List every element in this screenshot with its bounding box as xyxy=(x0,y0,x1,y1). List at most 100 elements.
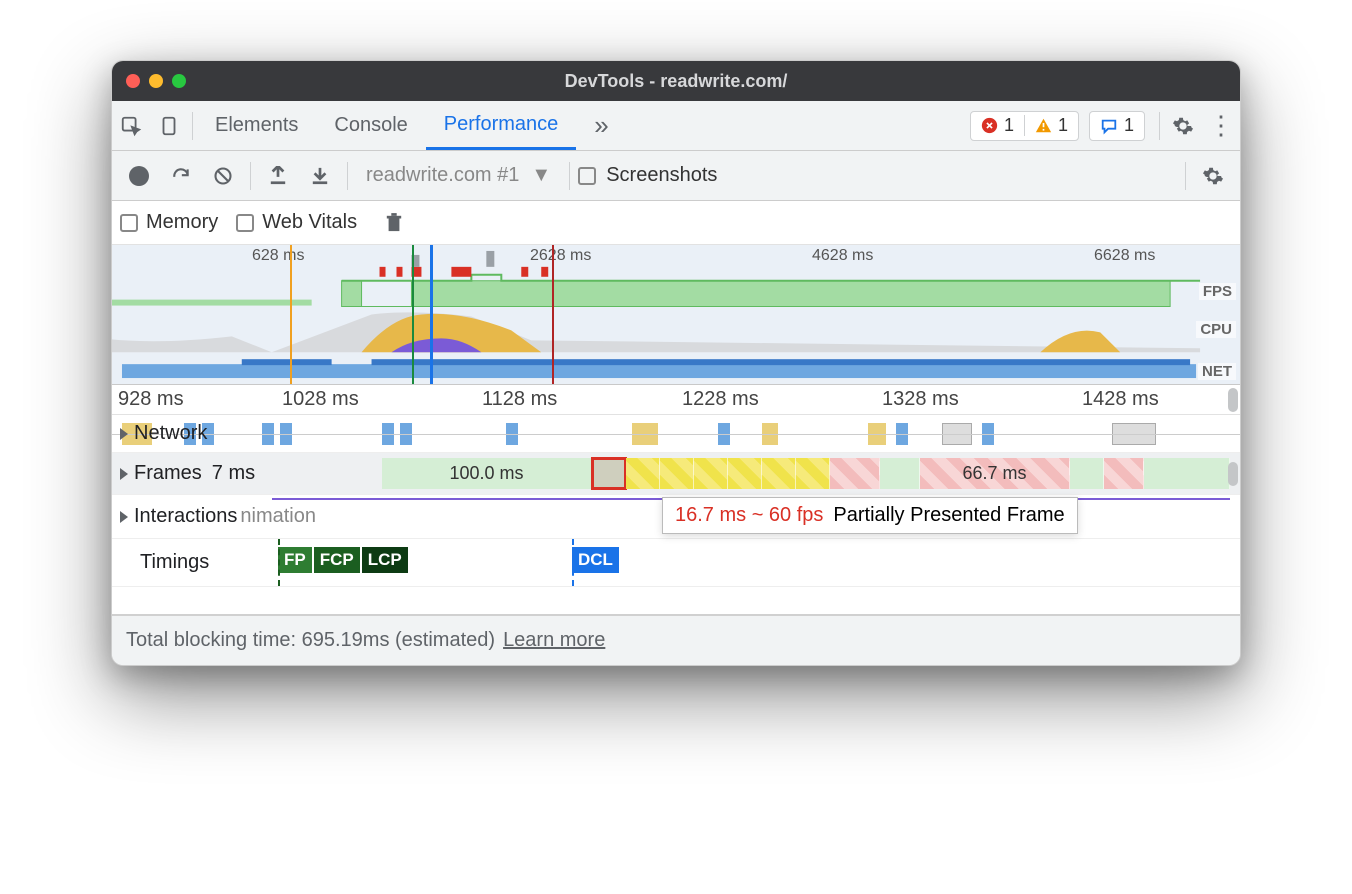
tab-console[interactable]: Console xyxy=(316,101,425,150)
memory-checkbox[interactable] xyxy=(120,214,138,232)
ruler-tick: 928 ms xyxy=(118,388,184,411)
interactions-track[interactable]: Interactions nimation 16.7 ms ~ 60 fps P… xyxy=(112,495,1240,539)
scrollbar-thumb[interactable] xyxy=(1228,388,1238,412)
session-selector[interactable]: readwrite.com #1 ▼ xyxy=(356,164,561,187)
frame-bar[interactable] xyxy=(1104,458,1144,489)
memory-label: Memory xyxy=(146,211,218,234)
performance-options: Memory Web Vitals xyxy=(112,201,1240,245)
overview-marker xyxy=(430,245,433,384)
network-track-label: Network xyxy=(134,422,207,445)
overview-cursor[interactable] xyxy=(290,245,292,384)
overview-panel[interactable]: 628 ms 2628 ms 4628 ms 6628 ms FPS CPU N… xyxy=(112,245,1240,385)
frame-bar[interactable] xyxy=(728,458,762,489)
tooltip-timing: 16.7 ms ~ 60 fps xyxy=(675,504,823,527)
summary-footer: Total blocking time: 695.19ms (estimated… xyxy=(112,615,1240,665)
minimize-window-button[interactable] xyxy=(149,74,163,88)
timing-fcp[interactable]: FCP xyxy=(314,547,360,573)
timing-fp[interactable]: FP xyxy=(278,547,312,573)
save-profile-icon[interactable] xyxy=(301,157,339,195)
disclosure-icon[interactable] xyxy=(120,428,128,440)
error-count[interactable]: 1 xyxy=(971,115,1024,136)
capture-settings-icon[interactable] xyxy=(1194,157,1232,195)
frame-bar[interactable] xyxy=(694,458,728,489)
tab-elements[interactable]: Elements xyxy=(197,101,316,150)
web-vitals-label: Web Vitals xyxy=(262,211,357,234)
timing-dcl-wrap: DCL xyxy=(572,547,621,573)
frames-lane[interactable]: 100.0 ms 66.7 ms xyxy=(382,458,1230,489)
close-window-button[interactable] xyxy=(126,74,140,88)
device-toggle-icon[interactable] xyxy=(150,107,188,145)
frames-track[interactable]: Frames 7 ms 100.0 ms 66.7 ms xyxy=(112,453,1240,495)
ruler-tick: 1328 ms xyxy=(882,388,959,411)
reload-record-button[interactable] xyxy=(162,157,200,195)
scrollbar-thumb[interactable] xyxy=(1228,462,1238,486)
record-button[interactable] xyxy=(120,157,158,195)
network-track[interactable]: Network xyxy=(112,415,1240,453)
timings-track[interactable]: Timings FP FCP LCP DCL xyxy=(112,539,1240,587)
frame-bar[interactable] xyxy=(1144,458,1230,489)
collect-garbage-icon[interactable] xyxy=(375,204,413,242)
screenshots-label: Screenshots xyxy=(606,164,717,187)
frame-bar[interactable] xyxy=(830,458,880,489)
zoom-window-button[interactable] xyxy=(172,74,186,88)
separator xyxy=(347,162,348,190)
issues-pill[interactable]: 1 xyxy=(1089,111,1145,141)
ruler-tick: 1128 ms xyxy=(482,388,557,411)
overview-marker xyxy=(552,245,554,384)
separator xyxy=(1185,162,1186,190)
clear-button[interactable] xyxy=(204,157,242,195)
separator xyxy=(192,112,193,140)
titlebar: DevTools - readwrite.com/ xyxy=(112,61,1240,101)
total-blocking-time: Total blocking time: 695.19ms (estimated… xyxy=(126,629,495,652)
disclosure-icon[interactable] xyxy=(120,468,128,480)
frame-tooltip: 16.7 ms ~ 60 fps Partially Presented Fra… xyxy=(662,497,1078,534)
web-vitals-checkbox[interactable] xyxy=(236,214,254,232)
performance-toolbar: readwrite.com #1 ▼ Screenshots xyxy=(112,151,1240,201)
frame-bar-selected[interactable] xyxy=(592,458,626,489)
separator xyxy=(569,162,570,190)
issues-icon xyxy=(1100,117,1118,135)
timings-marks: FP FCP LCP xyxy=(278,547,410,573)
learn-more-link[interactable]: Learn more xyxy=(503,629,605,652)
panel-tabs: Elements Console Performance » xyxy=(197,101,627,150)
devtools-window: DevTools - readwrite.com/ Elements Conso… xyxy=(111,60,1241,666)
timing-dcl[interactable]: DCL xyxy=(572,547,619,573)
frame-bar[interactable] xyxy=(796,458,830,489)
frame-bar[interactable]: 100.0 ms xyxy=(382,458,592,489)
ruler-tick: 1028 ms xyxy=(282,388,359,411)
frame-bar[interactable] xyxy=(762,458,796,489)
disclosure-icon[interactable] xyxy=(120,511,128,523)
overview-marker xyxy=(412,245,414,384)
settings-icon[interactable] xyxy=(1164,107,1202,145)
main-toolbar: Elements Console Performance » 1 1 xyxy=(112,101,1240,151)
warning-icon xyxy=(1035,117,1052,134)
frame-bar[interactable]: 66.7 ms xyxy=(920,458,1070,489)
frame-bar[interactable] xyxy=(660,458,694,489)
inspect-element-icon[interactable] xyxy=(112,107,150,145)
interactions-track-label: Interactions xyxy=(134,505,237,528)
tooltip-label: Partially Presented Frame xyxy=(833,504,1064,527)
window-controls xyxy=(126,74,186,88)
timing-lcp[interactable]: LCP xyxy=(362,547,408,573)
separator xyxy=(1159,112,1160,140)
frame-bar[interactable] xyxy=(626,458,660,489)
timings-track-label: Timings xyxy=(140,551,209,574)
frames-track-label: Frames xyxy=(134,462,202,485)
chevron-down-icon: ▼ xyxy=(531,164,551,187)
load-profile-icon[interactable] xyxy=(259,157,297,195)
more-tabs-button[interactable]: » xyxy=(576,101,626,150)
tab-performance[interactable]: Performance xyxy=(426,101,577,150)
separator xyxy=(250,162,251,190)
frame-bar[interactable] xyxy=(1070,458,1104,489)
interactions-suffix: nimation xyxy=(240,505,316,528)
ruler-tick: 1228 ms xyxy=(682,388,759,411)
error-icon xyxy=(981,117,998,134)
frame-bar[interactable] xyxy=(880,458,920,489)
ruler-tick: 1428 ms xyxy=(1082,388,1159,411)
kebab-menu-icon[interactable]: ⋮ xyxy=(1202,107,1240,145)
timeline-ruler[interactable]: 928 ms 1028 ms 1128 ms 1228 ms 1328 ms 1… xyxy=(112,385,1240,415)
warning-count[interactable]: 1 xyxy=(1024,115,1078,136)
screenshots-checkbox[interactable] xyxy=(578,167,596,185)
frames-left-value: 7 ms xyxy=(212,462,255,485)
console-status-pill[interactable]: 1 1 xyxy=(970,111,1079,141)
